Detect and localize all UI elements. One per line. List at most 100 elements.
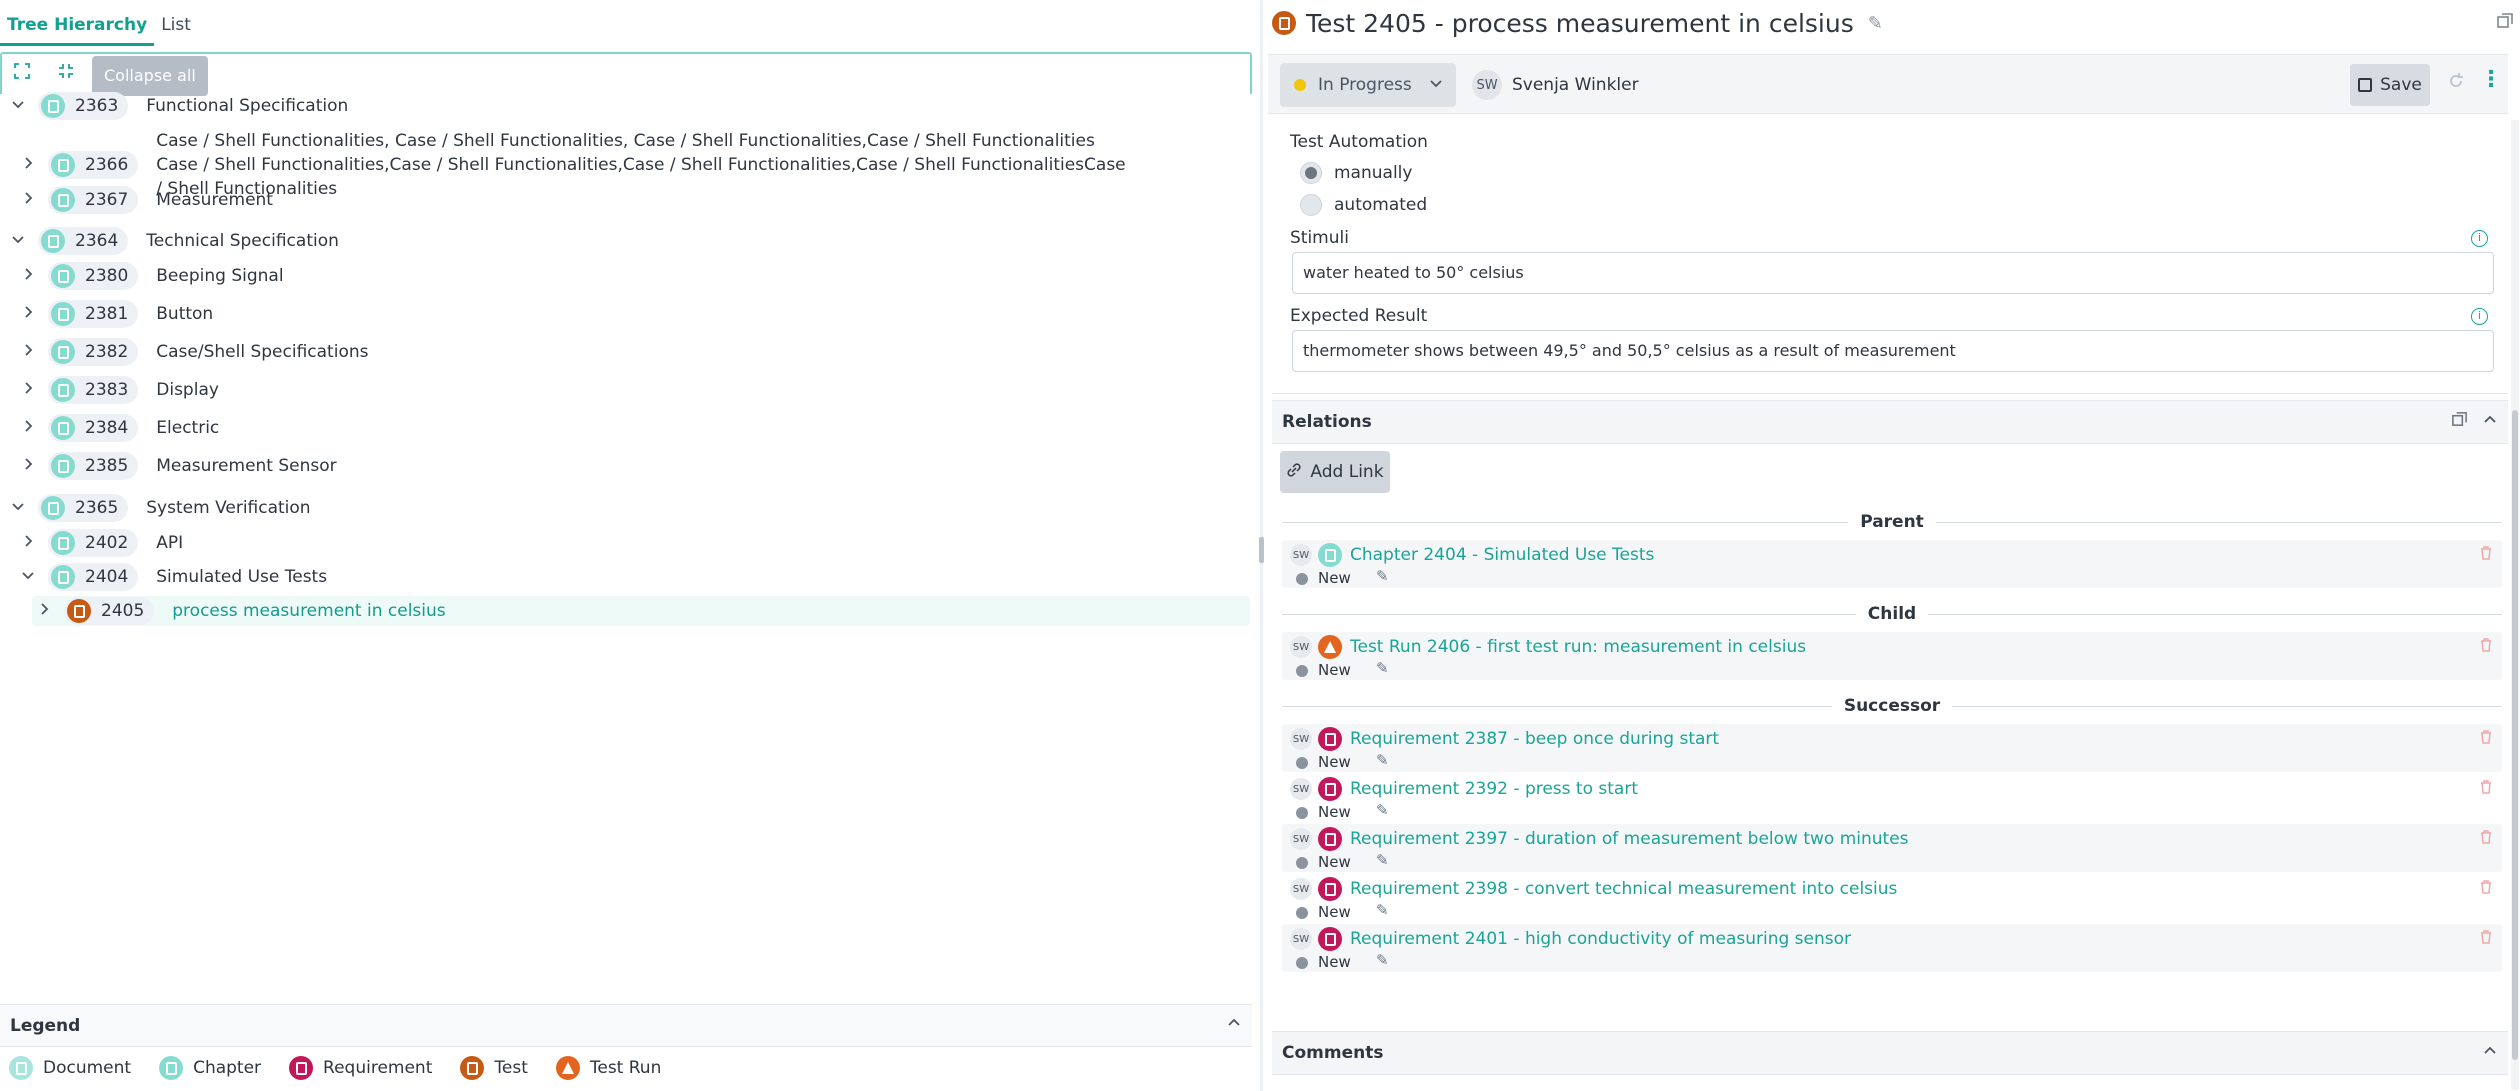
expected-result-field[interactable]: thermometer shows between 49,5° and 50,5… xyxy=(1292,330,2494,372)
avatar: SW xyxy=(1290,778,1312,800)
status-dot xyxy=(1296,757,1308,769)
item-id: 2381 xyxy=(85,304,129,324)
detail-scrollbar[interactable] xyxy=(2511,120,2519,1090)
edit-status-icon[interactable]: ✎ xyxy=(1376,851,1389,869)
save-label: Save xyxy=(2380,75,2422,95)
tree-node[interactable]: 2381 Button xyxy=(16,299,1250,329)
chevron-right-icon[interactable] xyxy=(32,601,56,622)
edit-status-icon[interactable]: ✎ xyxy=(1376,567,1389,585)
edit-status-icon[interactable]: ✎ xyxy=(1376,951,1389,969)
radio-button[interactable] xyxy=(1300,162,1322,184)
trash-icon[interactable] xyxy=(2478,729,2494,749)
chevron-up-icon[interactable] xyxy=(2482,1043,2498,1064)
status-value: In Progress xyxy=(1318,75,1412,95)
relations-header[interactable]: Relations xyxy=(1272,400,2508,444)
item-id: 2364 xyxy=(75,231,119,251)
chevron-right-icon[interactable] xyxy=(16,380,40,401)
chevron-right-icon[interactable] xyxy=(16,418,40,439)
relation-link[interactable]: Requirement 2387 - beep once during star… xyxy=(1350,727,1719,751)
info-icon[interactable]: i xyxy=(2471,230,2488,247)
tree-node-label: Display xyxy=(156,380,219,400)
edit-status-icon[interactable]: ✎ xyxy=(1376,901,1389,919)
status-dropdown[interactable]: In Progress xyxy=(1280,63,1456,107)
edit-title-icon[interactable]: ✎ xyxy=(1868,13,1883,34)
relation-link[interactable]: Requirement 2401 - high conductivity of … xyxy=(1350,927,1851,951)
trash-icon[interactable] xyxy=(2478,879,2494,899)
tree-node[interactable]: 2367 Measurement xyxy=(16,185,1250,215)
relation-link[interactable]: Requirement 2392 - press to start xyxy=(1350,777,1638,801)
legend-title: Legend xyxy=(10,1015,81,1036)
tree-node[interactable]: 2364 Technical Specification xyxy=(6,226,1250,256)
assignee[interactable]: SW Svenja Winkler xyxy=(1472,70,1639,100)
popout-icon[interactable] xyxy=(2451,411,2468,433)
tree-node[interactable]: 2385 Measurement Sensor xyxy=(16,451,1250,481)
radio-manually[interactable]: manually xyxy=(1300,162,1412,184)
chevron-down-icon[interactable] xyxy=(6,498,30,519)
legend-item: Chapter xyxy=(159,1056,261,1080)
item-id-pill: 2405 xyxy=(64,597,155,625)
relation-link[interactable]: Requirement 2397 - duration of measureme… xyxy=(1350,827,1909,851)
tree-node[interactable]: 2380 Beeping Signal xyxy=(16,261,1250,291)
legend-item: Requirement xyxy=(289,1056,432,1080)
chevron-down-icon[interactable] xyxy=(16,567,40,588)
save-button[interactable]: Save xyxy=(2350,64,2430,106)
relation-link[interactable]: Test Run 2406 - first test run: measurem… xyxy=(1350,635,1806,659)
tree-toolbar: Collapse all xyxy=(0,52,1252,96)
tree-node[interactable]: 2365 System Verification xyxy=(6,493,1250,523)
tree-node[interactable]: 2382 Case/Shell Specifications xyxy=(16,337,1250,367)
expand-all-icon[interactable] xyxy=(10,62,34,86)
info-icon[interactable]: i xyxy=(2471,308,2488,325)
chevron-right-icon[interactable] xyxy=(16,266,40,287)
trash-icon[interactable] xyxy=(2478,779,2494,799)
undo-icon[interactable] xyxy=(2446,71,2466,96)
trash-icon[interactable] xyxy=(2478,829,2494,849)
chevron-down-icon[interactable] xyxy=(6,96,30,117)
tree-node[interactable]: 2404 Simulated Use Tests xyxy=(16,562,1250,592)
chevron-down-icon[interactable] xyxy=(6,231,30,252)
relation-link[interactable]: Requirement 2398 - convert technical mea… xyxy=(1350,877,1897,901)
chevron-right-icon[interactable] xyxy=(16,155,40,176)
tree-node[interactable]: 2405 process measurement in celsius xyxy=(32,596,1250,626)
tab-tree-hierarchy[interactable]: Tree Hierarchy xyxy=(0,15,155,46)
edit-status-icon[interactable]: ✎ xyxy=(1376,801,1389,819)
relation-link[interactable]: Chapter 2404 - Simulated Use Tests xyxy=(1350,543,1654,567)
trash-icon[interactable] xyxy=(2478,545,2494,565)
requirement-icon xyxy=(1318,727,1342,751)
legend-header[interactable]: Legend xyxy=(0,1005,1252,1047)
tree-node[interactable]: 2363 Functional Specification xyxy=(6,91,1250,121)
chevron-up-icon[interactable] xyxy=(1226,1015,1242,1036)
trash-icon[interactable] xyxy=(2478,637,2494,657)
scrollbar-thumb[interactable] xyxy=(2512,410,2518,1060)
relation-item: SW Requirement 2397 - duration of measure… xyxy=(1282,824,2502,872)
tree-node[interactable]: 2402 API xyxy=(16,528,1250,558)
collapse-all-icon[interactable] xyxy=(54,62,78,86)
chevron-right-icon[interactable] xyxy=(16,190,40,211)
trash-icon[interactable] xyxy=(2478,929,2494,949)
chevron-right-icon[interactable] xyxy=(16,342,40,363)
chevron-right-icon[interactable] xyxy=(16,533,40,554)
item-id-pill: 2365 xyxy=(38,494,129,522)
popout-icon[interactable] xyxy=(2496,12,2514,35)
edit-status-icon[interactable]: ✎ xyxy=(1376,659,1389,677)
more-options-icon[interactable]: ⋮ xyxy=(2480,67,2502,92)
tree-node-label: Measurement xyxy=(156,190,273,210)
comments-header[interactable]: Comments xyxy=(1272,1031,2508,1075)
chevron-right-icon[interactable] xyxy=(16,304,40,325)
tree-node[interactable]: 2383 Display xyxy=(16,375,1250,405)
item-id-pill: 2380 xyxy=(48,262,139,290)
radio-automated[interactable]: automated xyxy=(1300,194,1427,216)
radio-button[interactable] xyxy=(1300,194,1322,216)
item-id: 2380 xyxy=(85,266,129,286)
tree-node[interactable]: 2366 Case / Shell Functionalities, Case /… xyxy=(16,131,1250,199)
test-run-icon xyxy=(1318,635,1342,659)
tab-list[interactable]: List xyxy=(154,15,198,46)
chevron-up-icon[interactable] xyxy=(2482,412,2498,433)
add-link-button[interactable]: Add Link xyxy=(1280,451,1390,493)
edit-status-icon[interactable]: ✎ xyxy=(1376,751,1389,769)
stimuli-field[interactable]: water heated to 50° celsius xyxy=(1292,252,2494,294)
tree-node[interactable]: 2384 Electric xyxy=(16,413,1250,443)
splitter-handle[interactable] xyxy=(1259,537,1264,563)
relation-group-title: Successor xyxy=(1282,694,2502,718)
item-id-pill: 2367 xyxy=(48,186,139,214)
chevron-right-icon[interactable] xyxy=(16,456,40,477)
